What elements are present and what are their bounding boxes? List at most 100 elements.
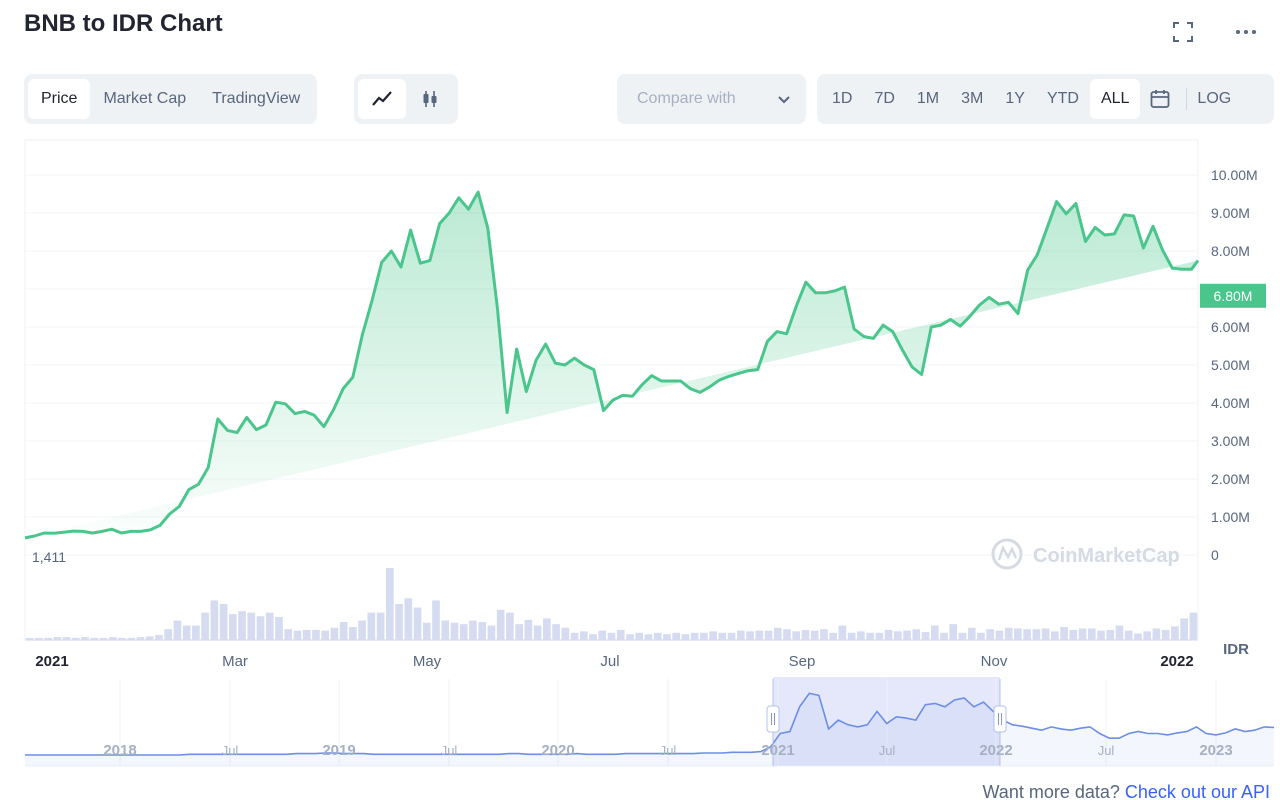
navigator-tick-label: 2023 <box>1199 742 1232 759</box>
currency-label: IDR <box>1223 641 1249 658</box>
navigator-tick-label: Jul <box>660 743 677 758</box>
navigator-tick-label: 2022 <box>979 742 1012 759</box>
navigator-tick-label: Jul <box>879 743 896 758</box>
y-tick-label: 8.00M <box>1211 243 1250 259</box>
volume-bar <box>949 624 958 640</box>
volume-bar <box>469 620 477 640</box>
y-axis: 10.00M9.00M8.00M7.00M6.00M5.00M4.00M3.00… <box>1211 167 1258 563</box>
x-tick-label: Jul <box>600 653 619 670</box>
volume-bar <box>219 604 228 640</box>
navigator-tick-label: 2021 <box>761 742 794 759</box>
volume-bar <box>986 629 995 640</box>
navigator-area <box>25 693 1274 766</box>
volume-bar <box>533 625 542 640</box>
volume-bar <box>275 616 283 640</box>
volume-bar <box>25 637 34 640</box>
volume-bar <box>783 629 791 640</box>
volume-bar <box>884 629 893 640</box>
volume-bar <box>958 632 967 640</box>
volume-bar <box>35 637 43 640</box>
volume-bar <box>635 632 644 640</box>
volume-bar <box>977 632 985 640</box>
volume-bar <box>478 622 487 640</box>
volume-bar <box>1124 630 1133 640</box>
volume-bar <box>912 629 921 640</box>
volume-bar <box>1171 626 1179 640</box>
volume-bar <box>829 632 837 640</box>
volume-bar <box>755 630 764 640</box>
volume-bar <box>515 624 523 640</box>
y-tick-label: 1.00M <box>1211 509 1250 525</box>
volume-bar <box>570 632 579 640</box>
volume-bar <box>201 612 209 640</box>
volume-bar <box>330 627 339 640</box>
price-chart[interactable]: CoinMarketCap 10.00M9.00M8.00M7.00M6.00M… <box>0 0 1280 780</box>
volume-bar <box>838 625 847 640</box>
volume-bar <box>118 637 126 640</box>
volume-bar <box>995 630 1004 640</box>
watermark-text: CoinMarketCap <box>1033 545 1180 567</box>
volume-bar <box>672 632 680 640</box>
volume-bar <box>1041 628 1050 640</box>
api-link[interactable]: Check out our API <box>1125 782 1270 800</box>
volume-label: 1,411 <box>32 549 66 565</box>
volume-bar <box>228 614 237 640</box>
volume-bar <box>367 612 376 640</box>
volume-bar <box>940 632 948 640</box>
volume-bar <box>746 631 754 640</box>
volume-bar <box>321 630 329 640</box>
volume-bar <box>395 604 403 640</box>
volume-bar <box>857 631 865 640</box>
volume-bar <box>284 629 293 640</box>
range-navigator[interactable]: 2018 Jul 2019 Jul 2020 Jul 2021 Jul 2022 Jul 2023 <box>25 677 1275 767</box>
volume-bar <box>773 627 782 640</box>
volume-bar <box>1161 629 1170 640</box>
volume-bar <box>903 630 911 640</box>
volume-bar <box>210 600 219 640</box>
navigator-tick-label: Jul <box>1098 743 1115 758</box>
volume-bar <box>99 637 108 640</box>
volume-bar <box>459 624 468 640</box>
volume-bar <box>238 611 246 640</box>
volume-bar <box>302 629 311 640</box>
x-tick-label: Sep <box>789 653 816 670</box>
volume-bar <box>108 637 117 640</box>
y-tick-label: 4.00M <box>1211 395 1250 411</box>
volume-bar <box>1051 631 1059 640</box>
navigator-handle[interactable] <box>993 705 1007 733</box>
volume-bar <box>164 629 172 640</box>
volume-bar <box>690 632 699 640</box>
volume-bar <box>1069 629 1078 640</box>
volume-bar <box>736 630 745 640</box>
navigator-tick-label: Jul <box>222 743 239 758</box>
volume-bar <box>1060 627 1068 640</box>
volume-bar <box>192 625 200 640</box>
volume-bar <box>616 629 625 640</box>
volume-bar <box>930 625 939 640</box>
volume-bar <box>894 631 902 640</box>
watermark-logo-mark <box>997 544 1018 561</box>
volume-bar <box>561 627 570 640</box>
volume-bar <box>1097 630 1105 640</box>
volume-bar <box>441 620 450 640</box>
volume-bar <box>727 632 736 640</box>
volume-bar <box>764 630 773 640</box>
volume-bar <box>358 620 366 640</box>
chart-grid <box>24 139 1199 641</box>
volume-bar <box>1087 628 1096 640</box>
volume-bar <box>376 612 385 640</box>
navigator-tick-label: Jul <box>441 743 458 758</box>
volume-bars <box>25 568 1198 640</box>
volume-bar <box>155 634 163 640</box>
volume-bar <box>626 634 634 640</box>
navigator-handle[interactable] <box>766 705 780 733</box>
volume-bar <box>53 637 62 640</box>
volume-bar <box>44 637 52 640</box>
x-tick-label: 2022 <box>1160 653 1193 670</box>
volume-bar <box>866 632 874 640</box>
watermark: CoinMarketCap <box>991 538 1180 570</box>
volume-bar <box>663 634 671 640</box>
volume-bar <box>598 630 607 640</box>
navigator-tick-label: 2019 <box>322 742 355 759</box>
volume-bar <box>607 632 616 640</box>
